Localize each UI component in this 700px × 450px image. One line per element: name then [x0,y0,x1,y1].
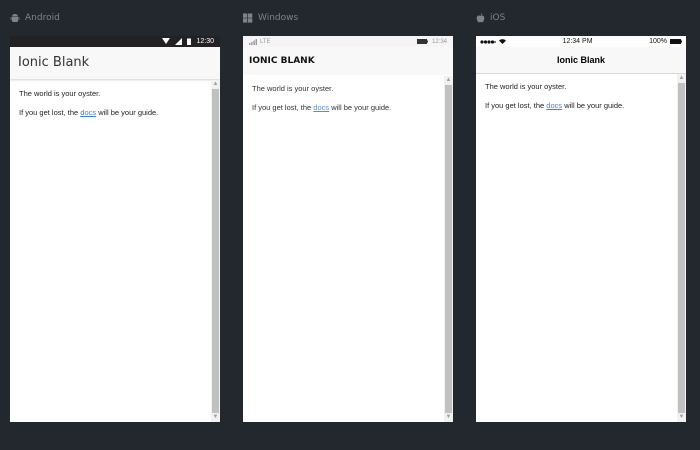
battery-icon [187,38,192,45]
page-content: The world is your oyster. If you get los… [19,89,206,127]
android-icon [10,13,20,23]
guide-text: If you get lost, the docs will be your g… [19,108,206,118]
guide-text: If you get lost, the docs will be your g… [252,103,439,113]
docs-link[interactable]: docs [313,103,329,112]
guide-text-suffix: will be your guide. [562,100,625,110]
scroll-thumb[interactable] [678,83,685,413]
wifi-icon [162,38,171,45]
scrollbar[interactable]: ▲ ▼ [444,76,453,422]
scrollbar[interactable]: ▲ ▼ [211,80,220,422]
scroll-up-arrow-icon[interactable]: ▲ [211,80,220,89]
platform-label-windows: Windows [243,12,298,24]
android-device-frame: 12:30 Ionic Blank The world is your oyst… [10,36,220,422]
scroll-down-arrow-icon[interactable]: ▼ [211,413,220,422]
scroll-thumb[interactable] [445,85,452,413]
guide-text-prefix: If you get lost, the [252,102,314,112]
scroll-thumb[interactable] [212,89,219,413]
platform-label-ios: iOS [476,12,505,24]
guide-text-prefix: If you get lost, the [485,100,547,110]
windows-device-frame: LTE 12:34 IONIC BLANK The world is your … [243,36,453,422]
battery-icon [416,39,428,44]
windows-icon [243,13,253,23]
signal-icon [249,38,257,45]
platform-label-text: Android [25,13,60,23]
intro-text: The world is your oyster. [485,82,567,91]
signal-icon [480,39,496,44]
docs-link[interactable]: docs [80,108,96,117]
scroll-up-arrow-icon[interactable]: ▲ [444,76,453,85]
battery-icon [670,39,682,44]
battery-percent: 100% [649,38,667,45]
signal-icon [175,38,183,45]
docs-link[interactable]: docs [546,101,562,110]
page-title: IONIC BLANK [243,47,453,75]
platform-label-android: Android [10,12,60,24]
page-title: Ionic Blank [10,47,220,79]
wifi-icon [499,39,506,44]
intro-text: The world is your oyster. [19,89,101,98]
intro-text: The world is your oyster. [252,84,334,93]
ios-status-bar: 12:34 PM 100% [476,36,686,47]
status-time: 12:30 [196,38,214,45]
scroll-down-arrow-icon[interactable]: ▼ [444,413,453,422]
guide-text: If you get lost, the docs will be your g… [485,101,672,111]
platform-label-text: iOS [490,13,506,23]
android-status-bar: 12:30 [10,36,220,47]
guide-text-suffix: will be your guide. [96,107,159,117]
platform-label-text: Windows [258,13,299,23]
windows-status-bar: LTE 12:34 [243,36,453,47]
apple-icon [476,13,485,23]
status-time: 12:34 [431,38,447,45]
page-content: The world is your oyster. If you get los… [252,84,439,122]
guide-text-prefix: If you get lost, the [19,107,81,117]
scroll-up-arrow-icon[interactable]: ▲ [677,74,686,83]
status-time: 12:34 PM [562,38,593,45]
page-title: Ionic Blank [476,47,686,74]
ios-device-frame: 12:34 PM 100% Ionic Blank The world is y… [476,36,686,422]
guide-text-suffix: will be your guide. [329,102,392,112]
scroll-down-arrow-icon[interactable]: ▼ [677,413,686,422]
page-content: The world is your oyster. If you get los… [485,82,672,120]
scrollbar[interactable]: ▲ ▼ [677,74,686,422]
network-label: LTE [260,38,271,45]
